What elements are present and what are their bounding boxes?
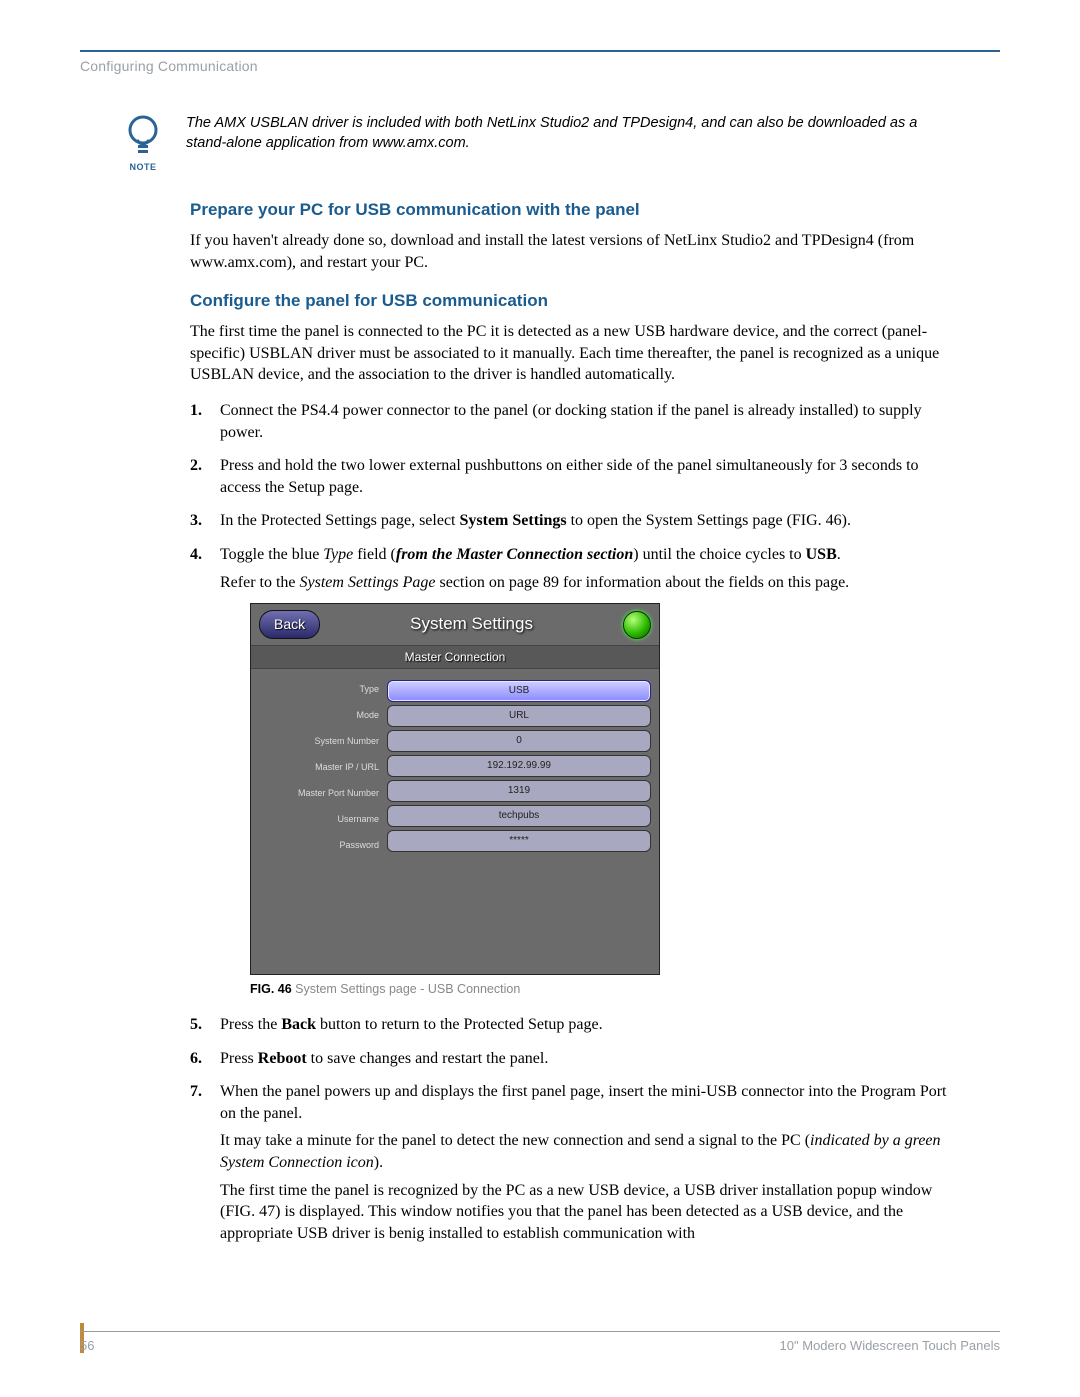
step-4g: . [837,546,841,563]
step-3c: to open the System Settings page (FIG. 4… [567,512,851,529]
step-4ra: Refer to the [220,574,300,591]
step-6b: Reboot [258,1050,307,1067]
field-label-masterport: Master Port Number [298,789,379,798]
step-5a: Press the [220,1016,281,1033]
note-block: NOTE The AMX USBLAN driver is included w… [120,114,960,172]
field-password[interactable]: ***** [387,830,651,852]
step-7: When the panel powers up and displays th… [190,1081,960,1244]
step-1: Connect the PS4.4 power connector to the… [190,400,960,443]
doc-title: 10" Modero Widescreen Touch Panels [780,1338,1000,1353]
figure-number: FIG. 46 [250,982,292,996]
field-label-sysnum: System Number [314,737,379,746]
connection-led-icon [623,611,651,639]
header-rule [80,50,1000,52]
step-6c: to save changes and restart the panel. [307,1050,549,1067]
page-footer: 56 10" Modero Widescreen Touch Panels [80,1331,1000,1353]
header-section-label: Configuring Communication [80,58,1000,74]
step-4b: Type [323,546,353,563]
lightbulb-icon [123,114,163,160]
panel-blank-area [251,879,659,974]
step-4: Toggle the blue Type field (from the Mas… [190,544,960,998]
configure-intro: The first time the panel is connected to… [190,321,960,386]
step-3b: System Settings [459,512,566,529]
field-label-type: Type [359,685,379,694]
step-4rb: System Settings Page [300,574,436,591]
step-5: Press the Back button to return to the P… [190,1014,960,1036]
step-5c: button to return to the Protected Setup … [316,1016,603,1033]
step-4c: field ( [353,546,396,563]
step-3: In the Protected Settings page, select S… [190,510,960,532]
step-7-p3: The first time the panel is recognized b… [220,1180,960,1245]
master-connection-header: Master Connection [251,645,659,669]
heading-configure: Configure the panel for USB communicatio… [190,291,960,311]
step-4f: USB [806,546,837,563]
page-number: 56 [80,1338,94,1353]
step-7-text: When the panel powers up and displays th… [220,1083,947,1122]
field-username[interactable]: techpubs [387,805,651,827]
back-button[interactable]: Back [259,610,320,639]
heading-prepare: Prepare your PC for USB communication wi… [190,200,960,220]
field-type[interactable]: USB [387,680,651,702]
field-system-number[interactable]: 0 [387,730,651,752]
step-2-text: Press and hold the two lower external pu… [220,457,919,496]
step-7-p2a: It may take a minute for the panel to de… [220,1132,810,1149]
step-6a: Press [220,1050,258,1067]
step-6: Press Reboot to save changes and restart… [190,1048,960,1070]
field-master-port[interactable]: 1319 [387,780,651,802]
field-mode[interactable]: URL [387,705,651,727]
figure-caption-text: System Settings page - USB Connection [292,982,521,996]
step-7-p2: It may take a minute for the panel to de… [220,1130,960,1173]
panel-title: System Settings [320,613,623,636]
field-label-username: Username [337,815,379,824]
step-1-text: Connect the PS4.4 power connector to the… [220,402,922,441]
step-4d: from the Master Connection section [396,546,633,563]
step-7-p2c: ). [374,1154,383,1171]
note-text: The AMX USBLAN driver is included with b… [186,114,960,153]
figure-caption: FIG. 46 System Settings page - USB Conne… [250,981,960,998]
step-3a: In the Protected Settings page, select [220,512,459,529]
field-label-password: Password [339,841,379,850]
step-4rc: section on page 89 for information about… [436,574,850,591]
step-4-ref: Refer to the System Settings Page sectio… [220,572,960,594]
figure-system-settings: Back System Settings Master Connection T… [250,603,660,975]
step-4a: Toggle the blue [220,546,323,563]
note-label: NOTE [120,162,166,172]
field-label-mode: Mode [356,711,379,720]
step-2: Press and hold the two lower external pu… [190,455,960,498]
prepare-paragraph: If you haven't already done so, download… [190,230,960,273]
field-label-masterip: Master IP / URL [315,763,379,772]
step-4e: ) until the choice cycles to [633,546,805,563]
step-5b: Back [281,1016,316,1033]
field-master-ip[interactable]: 192.192.99.99 [387,755,651,777]
